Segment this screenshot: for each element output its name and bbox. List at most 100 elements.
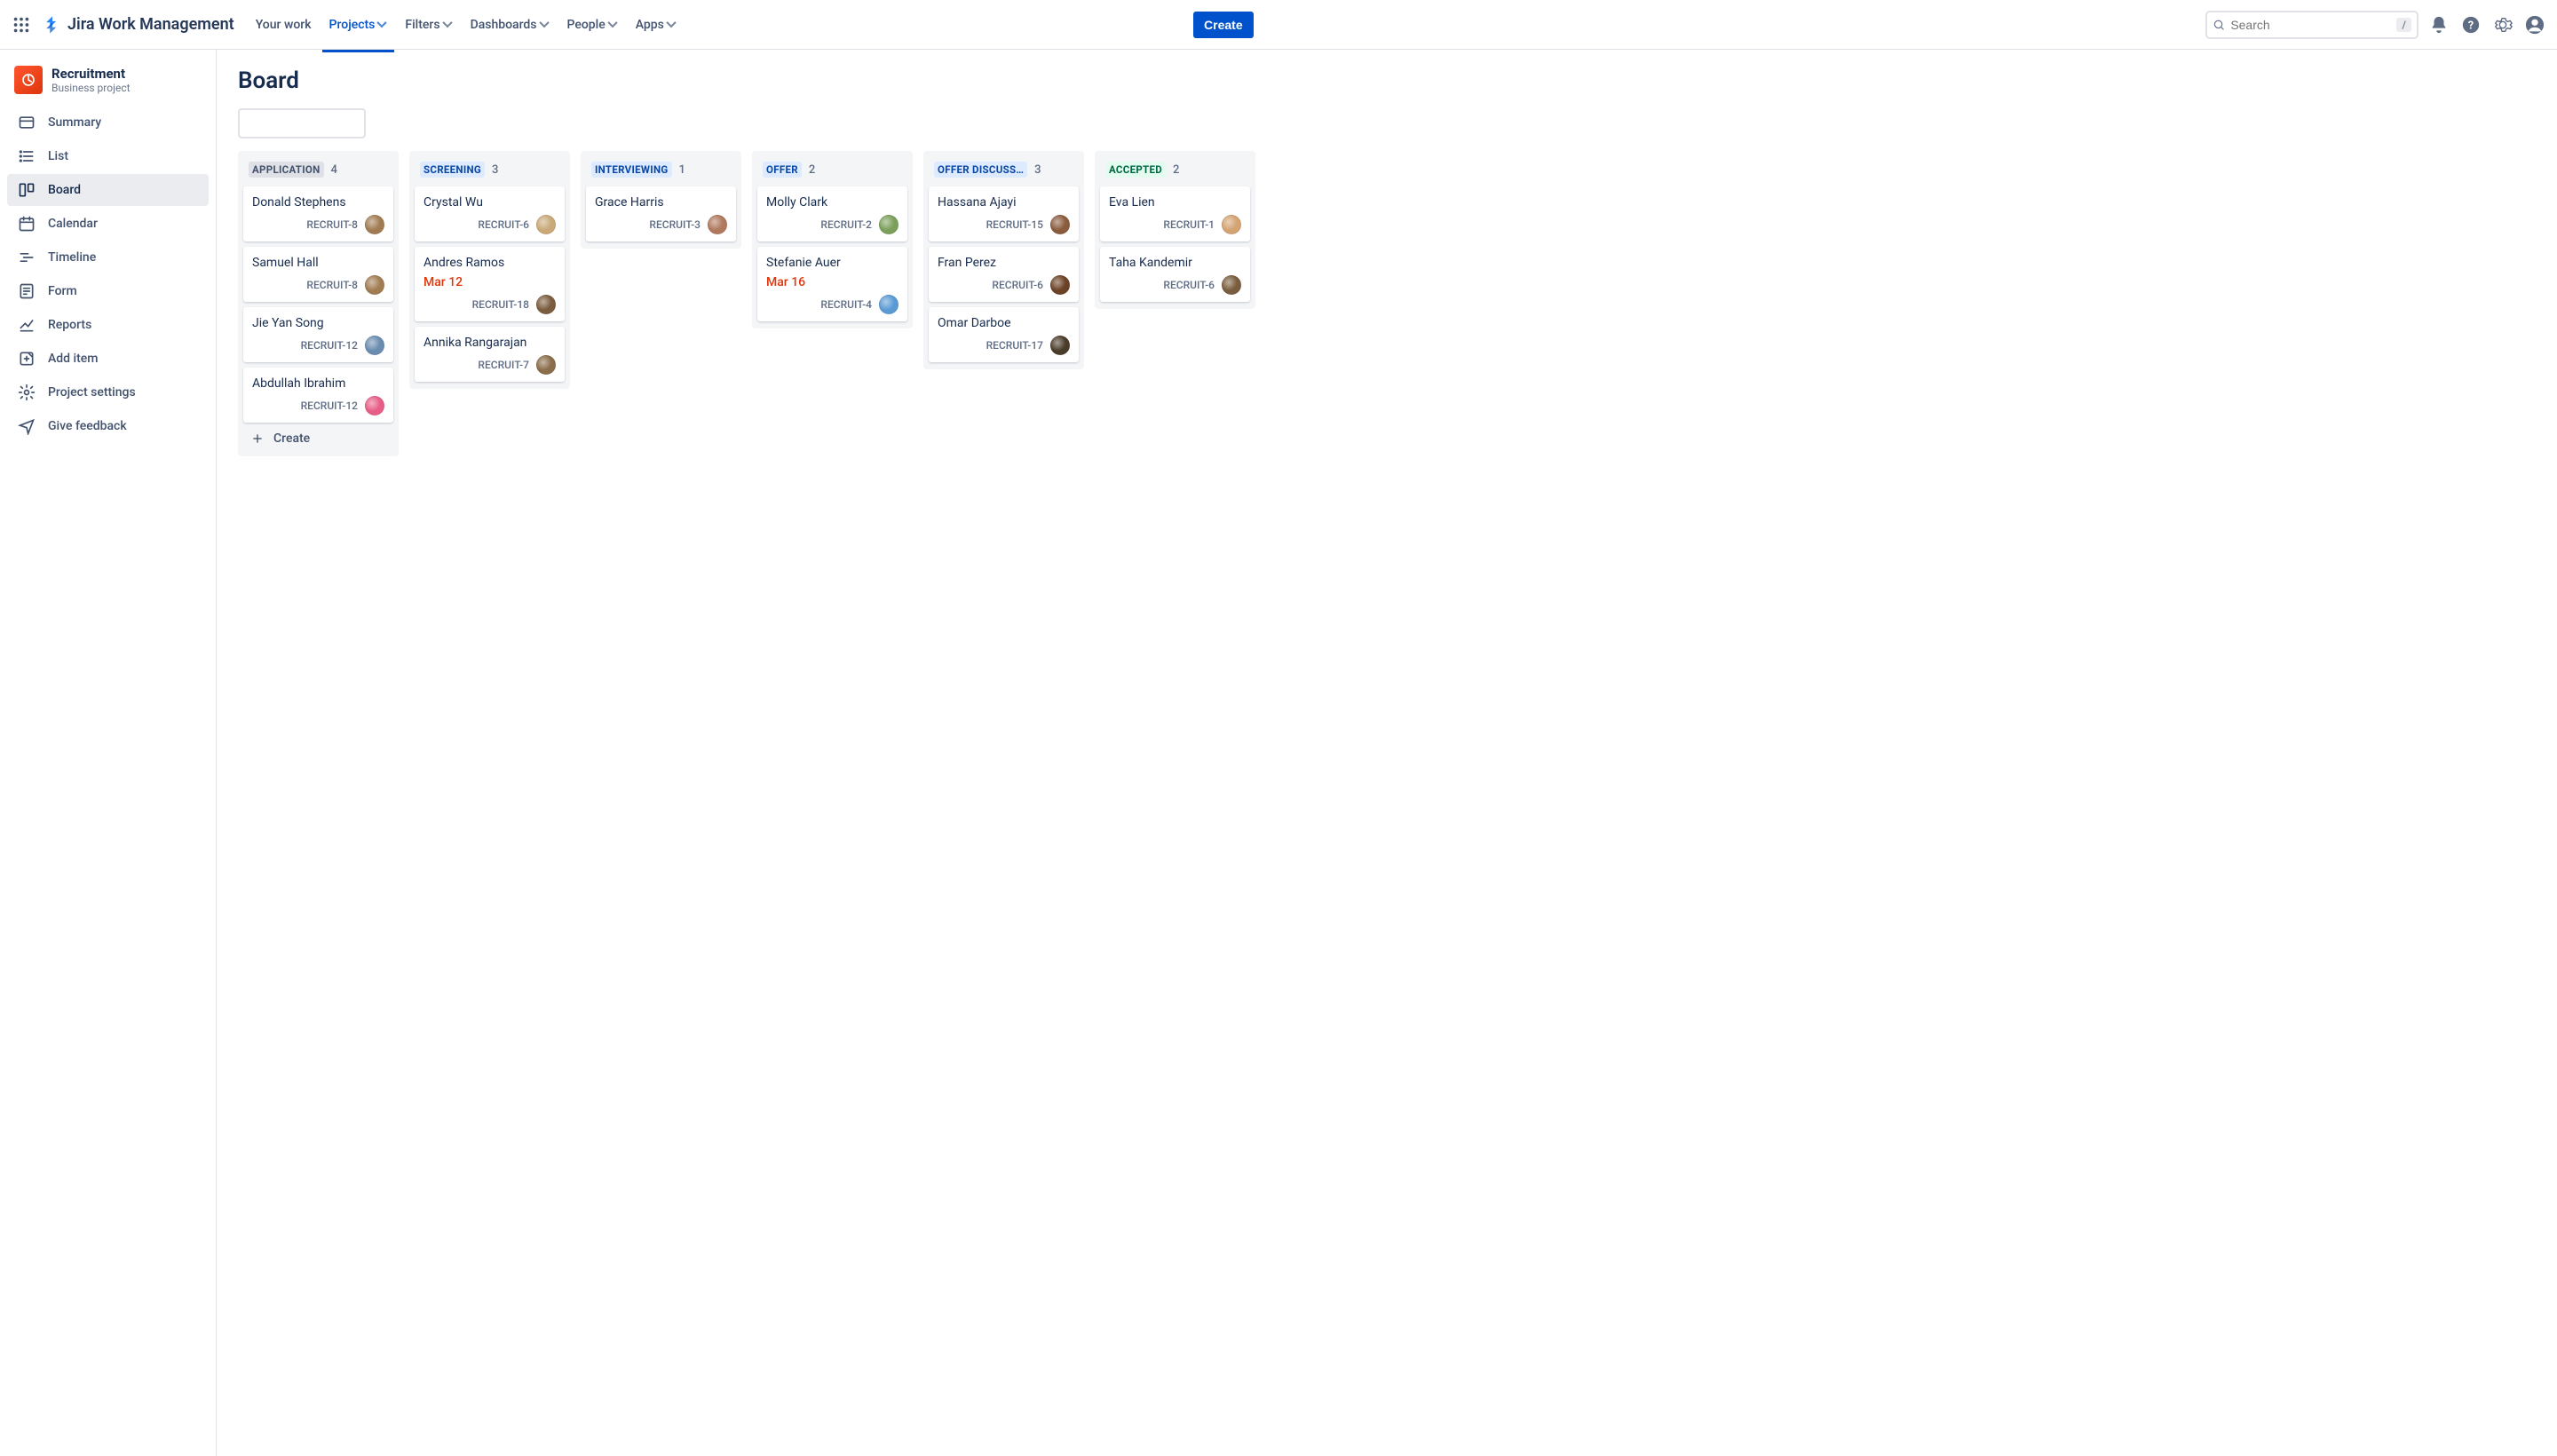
sidebar-item-label: Add item: [48, 352, 98, 366]
assignee-avatar[interactable]: [1050, 215, 1070, 234]
sidebar-item-timeline[interactable]: Timeline: [7, 241, 209, 273]
create-button[interactable]: Create: [1193, 12, 1254, 38]
nav-item-people[interactable]: People: [560, 12, 625, 37]
create-card-button[interactable]: Create: [243, 423, 393, 449]
board-card[interactable]: Abdullah IbrahimRECRUIT-12: [243, 368, 393, 423]
board-card[interactable]: Taha KandemirRECRUIT-6: [1100, 247, 1250, 302]
assignee-avatar[interactable]: [1050, 275, 1070, 295]
board-search-input[interactable]: [252, 117, 409, 131]
card-title: Andres Ramos: [424, 256, 556, 270]
card-title: Crystal Wu: [424, 195, 556, 210]
column-count: 2: [1173, 163, 1179, 177]
project-header[interactable]: Recruitment Business project: [7, 62, 209, 107]
board-column: OFFER 2 Molly ClarkRECRUIT-2 Stefanie AuerM…: [752, 151, 913, 328]
assignee-avatar[interactable]: [365, 215, 384, 234]
settings-icon: [18, 384, 36, 401]
assignee-avatar[interactable]: [879, 295, 899, 314]
board-card[interactable]: Donald StephensRECRUIT-8: [243, 186, 393, 241]
board-card[interactable]: Molly ClarkRECRUIT-2: [757, 186, 907, 241]
sidebar-item-give-feedback[interactable]: Give feedback: [7, 410, 209, 442]
card-key: RECRUIT-17: [986, 339, 1043, 352]
card-title: Stefanie Auer: [766, 256, 899, 270]
sidebar-item-summary[interactable]: Summary: [7, 107, 209, 138]
sidebar-item-label: Project settings: [48, 385, 136, 400]
chevron-down-icon: [444, 20, 453, 29]
column-title[interactable]: INTERVIEWING: [591, 162, 672, 178]
sidebar-item-list[interactable]: List: [7, 140, 209, 172]
sidebar-item-label: Give feedback: [48, 419, 127, 433]
card-title: Abdullah Ibrahim: [252, 376, 384, 391]
board-column: ACCEPTED 2 Eva LienRECRUIT-1 Taha KandemirR…: [1095, 151, 1255, 309]
card-key: RECRUIT-12: [301, 339, 358, 352]
jira-logo[interactable]: Jira Work Management: [43, 15, 234, 35]
board-card[interactable]: Stefanie AuerMar 16RECRUIT-4: [757, 247, 907, 321]
nav-item-apps[interactable]: Apps: [629, 12, 684, 37]
nav-item-label: Dashboards: [471, 18, 537, 32]
sidebar-item-reports[interactable]: Reports: [7, 309, 209, 341]
search-input[interactable]: [2230, 18, 2391, 32]
chevron-down-icon: [378, 20, 387, 29]
sidebar-item-label: List: [48, 149, 68, 163]
assignee-avatar[interactable]: [1050, 336, 1070, 355]
assignee-avatar[interactable]: [1222, 215, 1241, 234]
help-icon[interactable]: ?: [2459, 13, 2482, 36]
column-title[interactable]: OFFER: [763, 162, 802, 178]
column-title[interactable]: ACCEPTED: [1105, 162, 1166, 178]
assignee-avatar[interactable]: [1222, 275, 1241, 295]
sidebar-item-label: Summary: [48, 115, 101, 130]
sidebar-item-label: Calendar: [48, 217, 98, 231]
board-search[interactable]: [238, 108, 366, 138]
assignee-avatar[interactable]: [365, 336, 384, 355]
settings-icon[interactable]: [2491, 13, 2514, 36]
card-key: RECRUIT-1: [1163, 218, 1215, 231]
column-title[interactable]: SCREENING: [420, 162, 485, 178]
column-title[interactable]: OFFER DISCUSS…: [934, 162, 1027, 178]
sidebar-item-form[interactable]: Form: [7, 275, 209, 307]
app-switcher-icon[interactable]: [11, 14, 32, 36]
board-card[interactable]: Fran PerezRECRUIT-6: [929, 247, 1079, 302]
notifications-icon[interactable]: [2427, 13, 2450, 36]
nav-item-dashboards[interactable]: Dashboards: [463, 12, 557, 37]
profile-avatar[interactable]: [2523, 13, 2546, 36]
nav-item-your-work[interactable]: Your work: [249, 12, 319, 37]
card-key: RECRUIT-8: [306, 218, 358, 231]
card-key: RECRUIT-6: [478, 218, 529, 231]
card-title: Hassana Ajayi: [938, 195, 1070, 210]
board-card[interactable]: Jie Yan Song RECRUIT-12: [243, 307, 393, 362]
page-title: Board: [238, 67, 2536, 94]
sidebar-item-add-item[interactable]: Add item: [7, 343, 209, 375]
board-column: OFFER DISCUSS…3Hassana AjayiRECRUIT-15Fr…: [923, 151, 1084, 369]
board-column: INTERVIEWING1Grace HarrisRECRUIT-3: [581, 151, 741, 249]
board-card[interactable]: Eva LienRECRUIT-1: [1100, 186, 1250, 241]
add-item-icon: [18, 350, 36, 368]
board-card[interactable]: Annika RangarajanRECRUIT-7: [415, 327, 565, 382]
sidebar-item-board[interactable]: Board: [7, 174, 209, 206]
board: APPLICATION4Donald StephensRECRUIT-8Samu…: [238, 151, 2536, 456]
nav-item-projects[interactable]: Projects: [322, 12, 395, 37]
column-count: 2: [809, 163, 815, 177]
sidebar-item-project-settings[interactable]: Project settings: [7, 376, 209, 408]
board-card[interactable]: Omar DarboeRECRUIT-17: [929, 307, 1079, 362]
global-search[interactable]: /: [2205, 11, 2418, 39]
card-title: Jie Yan Song: [252, 316, 384, 330]
assignee-avatar[interactable]: [365, 396, 384, 415]
board-card[interactable]: Hassana AjayiRECRUIT-15: [929, 186, 1079, 241]
assignee-avatar[interactable]: [879, 215, 899, 234]
app-name: Jira Work Management: [67, 15, 234, 34]
nav-item-filters[interactable]: Filters: [398, 12, 459, 37]
assignee-avatar[interactable]: [365, 275, 384, 295]
assignee-avatar[interactable]: [536, 295, 556, 314]
nav-item-label: Your work: [256, 18, 312, 32]
board-card[interactable]: Crystal Wu RECRUIT-6: [415, 186, 565, 241]
sidebar-item-calendar[interactable]: Calendar: [7, 208, 209, 240]
board-card[interactable]: Andres RamosMar 12RECRUIT-18: [415, 247, 565, 321]
assignee-avatar[interactable]: [536, 215, 556, 234]
board-card[interactable]: Samuel HallRECRUIT-8: [243, 247, 393, 302]
card-title: Annika Rangarajan: [424, 336, 556, 350]
column-title[interactable]: APPLICATION: [249, 162, 324, 178]
board-column: APPLICATION4Donald StephensRECRUIT-8Samu…: [238, 151, 399, 456]
assignee-avatar[interactable]: [708, 215, 727, 234]
assignee-avatar[interactable]: [536, 355, 556, 375]
create-card-label: Create: [273, 431, 310, 446]
board-card[interactable]: Grace HarrisRECRUIT-3: [586, 186, 736, 241]
